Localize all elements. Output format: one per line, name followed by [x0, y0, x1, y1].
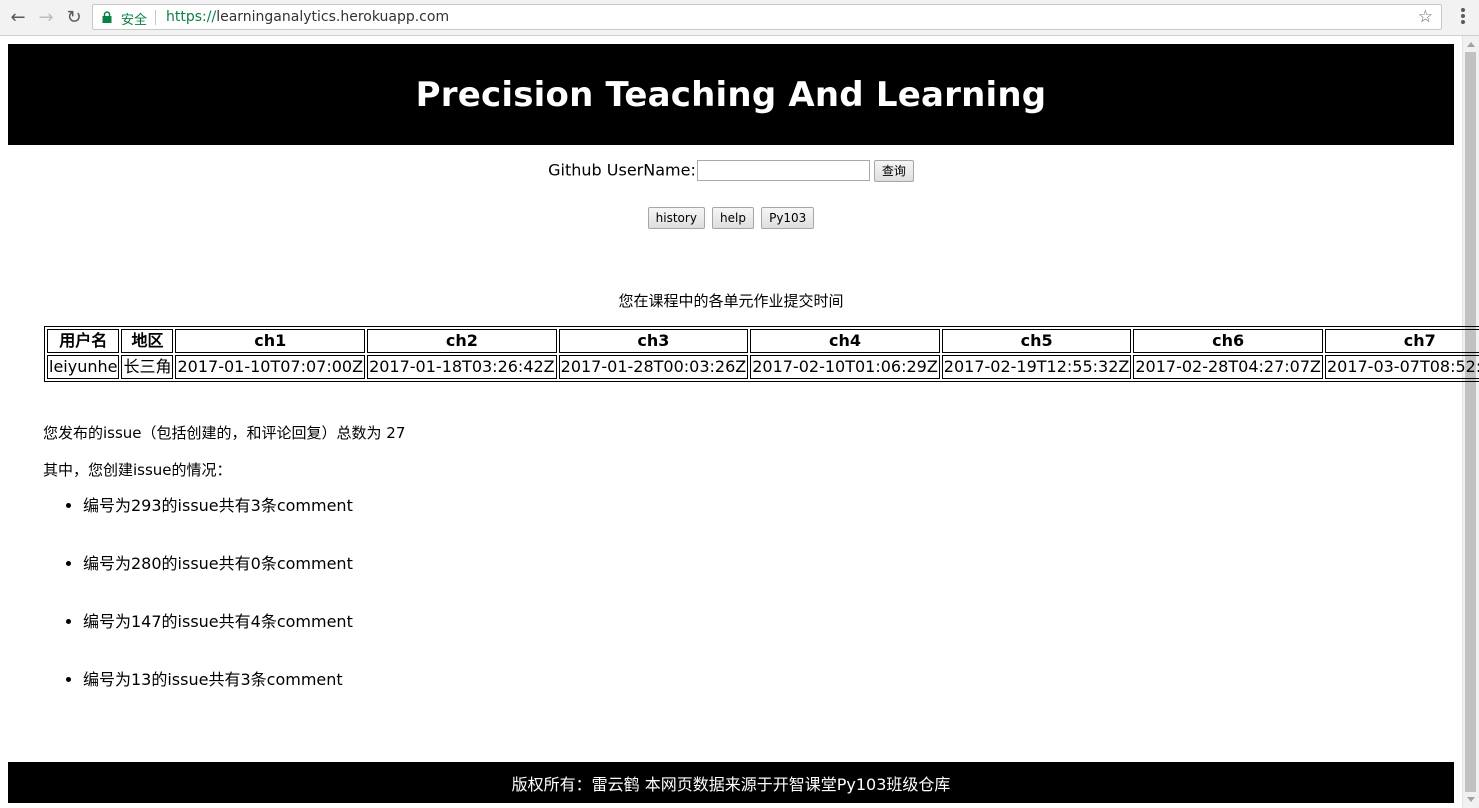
header-ch6: ch6	[1133, 329, 1323, 353]
list-item: 编号为147的issue共有4条comment	[83, 612, 353, 670]
page-title: Precision Teaching And Learning	[415, 74, 1047, 115]
cell-ch4: 2017-02-10T01:06:29Z	[750, 355, 940, 379]
cell-username: leiyunhe	[47, 355, 120, 379]
reload-icon[interactable]: ↻	[62, 6, 86, 28]
cell-ch3: 2017-01-28T00:03:26Z	[558, 355, 749, 379]
scroll-thumb[interactable]	[1465, 52, 1476, 792]
url-text[interactable]: https://learninganalytics.herokuapp.com	[166, 9, 449, 25]
forward-arrow-icon[interactable]: →	[34, 6, 58, 28]
submission-table: 用户名 地区 ch1 ch2 ch3 ch4 ch5 ch6 ch7 leiyu…	[44, 326, 1479, 382]
header-ch5: ch5	[941, 329, 1132, 353]
footer: 版权所有：雷云鹤 本网页数据来源于开智课堂Py103班级仓库	[8, 762, 1454, 803]
help-button[interactable]: help	[712, 207, 754, 229]
issue-summary: 您发布的issue（包括创建的，和评论回复）总数为 27	[43, 424, 406, 442]
table-header-row: 用户名 地区 ch1 ch2 ch3 ch4 ch5 ch6 ch7	[47, 329, 1479, 353]
page-content: Precision Teaching And Learning Github U…	[0, 36, 1479, 808]
back-arrow-icon[interactable]: ←	[6, 6, 30, 28]
cell-ch5: 2017-02-19T12:55:32Z	[941, 355, 1132, 379]
cell-ch2: 2017-01-18T03:26:42Z	[367, 355, 557, 379]
created-issues-intro: 其中，您创建issue的情况：	[43, 461, 232, 479]
address-bar[interactable]: 安全 https://learninganalytics.herokuapp.c…	[92, 4, 1442, 30]
footer-text: 版权所有：雷云鹤 本网页数据来源于开智课堂Py103班级仓库	[511, 774, 951, 794]
omnibox-divider	[155, 10, 156, 25]
header-region: 地区	[121, 329, 174, 353]
query-button[interactable]: 查询	[873, 159, 914, 182]
py103-button[interactable]: Py103	[761, 207, 815, 229]
list-item: 编号为293的issue共有3条comment	[83, 496, 353, 554]
header-ch2: ch2	[367, 329, 557, 353]
lock-icon	[102, 11, 112, 23]
nav-buttons: history help Py103	[0, 207, 1462, 229]
url-host: learninganalytics.herokuapp.com	[216, 9, 450, 25]
header-username: 用户名	[47, 329, 120, 353]
header-ch4: ch4	[750, 329, 940, 353]
cell-region: 长三角	[121, 355, 174, 379]
search-form: Github UserName: 查询	[0, 159, 1462, 182]
issue-list: 编号为293的issue共有3条comment 编号为280的issue共有0条…	[43, 496, 353, 728]
history-button[interactable]: history	[647, 207, 705, 229]
vertical-scrollbar[interactable]	[1462, 36, 1479, 808]
username-label: Github UserName:	[548, 160, 696, 180]
secure-label: 安全	[121, 13, 148, 28]
cell-ch7: 2017-03-07T08:52:39Z	[1324, 355, 1479, 379]
cell-ch1: 2017-01-10T07:07:00Z	[175, 355, 366, 379]
browser-toolbar: ← → ↻ 安全 https://learninganalytics.herok…	[0, 0, 1479, 36]
header-ch7: ch7	[1324, 329, 1479, 353]
scroll-down-icon[interactable]	[1467, 797, 1475, 802]
table-row: leiyunhe 长三角 2017-01-10T07:07:00Z 2017-0…	[47, 355, 1479, 379]
url-scheme: https://	[166, 9, 217, 25]
star-icon[interactable]: ☆	[1418, 7, 1433, 27]
list-item: 编号为13的issue共有3条comment	[83, 670, 353, 728]
list-item: 编号为280的issue共有0条comment	[83, 554, 353, 612]
cell-ch6: 2017-02-28T04:27:07Z	[1133, 355, 1323, 379]
scroll-up-icon[interactable]	[1467, 42, 1475, 47]
table-caption: 您在课程中的各单元作业提交时间	[618, 292, 844, 310]
username-input[interactable]	[696, 160, 870, 181]
header-ch3: ch3	[558, 329, 749, 353]
header-ch1: ch1	[175, 329, 366, 353]
header-banner: Precision Teaching And Learning	[8, 44, 1454, 145]
more-menu-icon[interactable]	[1454, 7, 1472, 27]
